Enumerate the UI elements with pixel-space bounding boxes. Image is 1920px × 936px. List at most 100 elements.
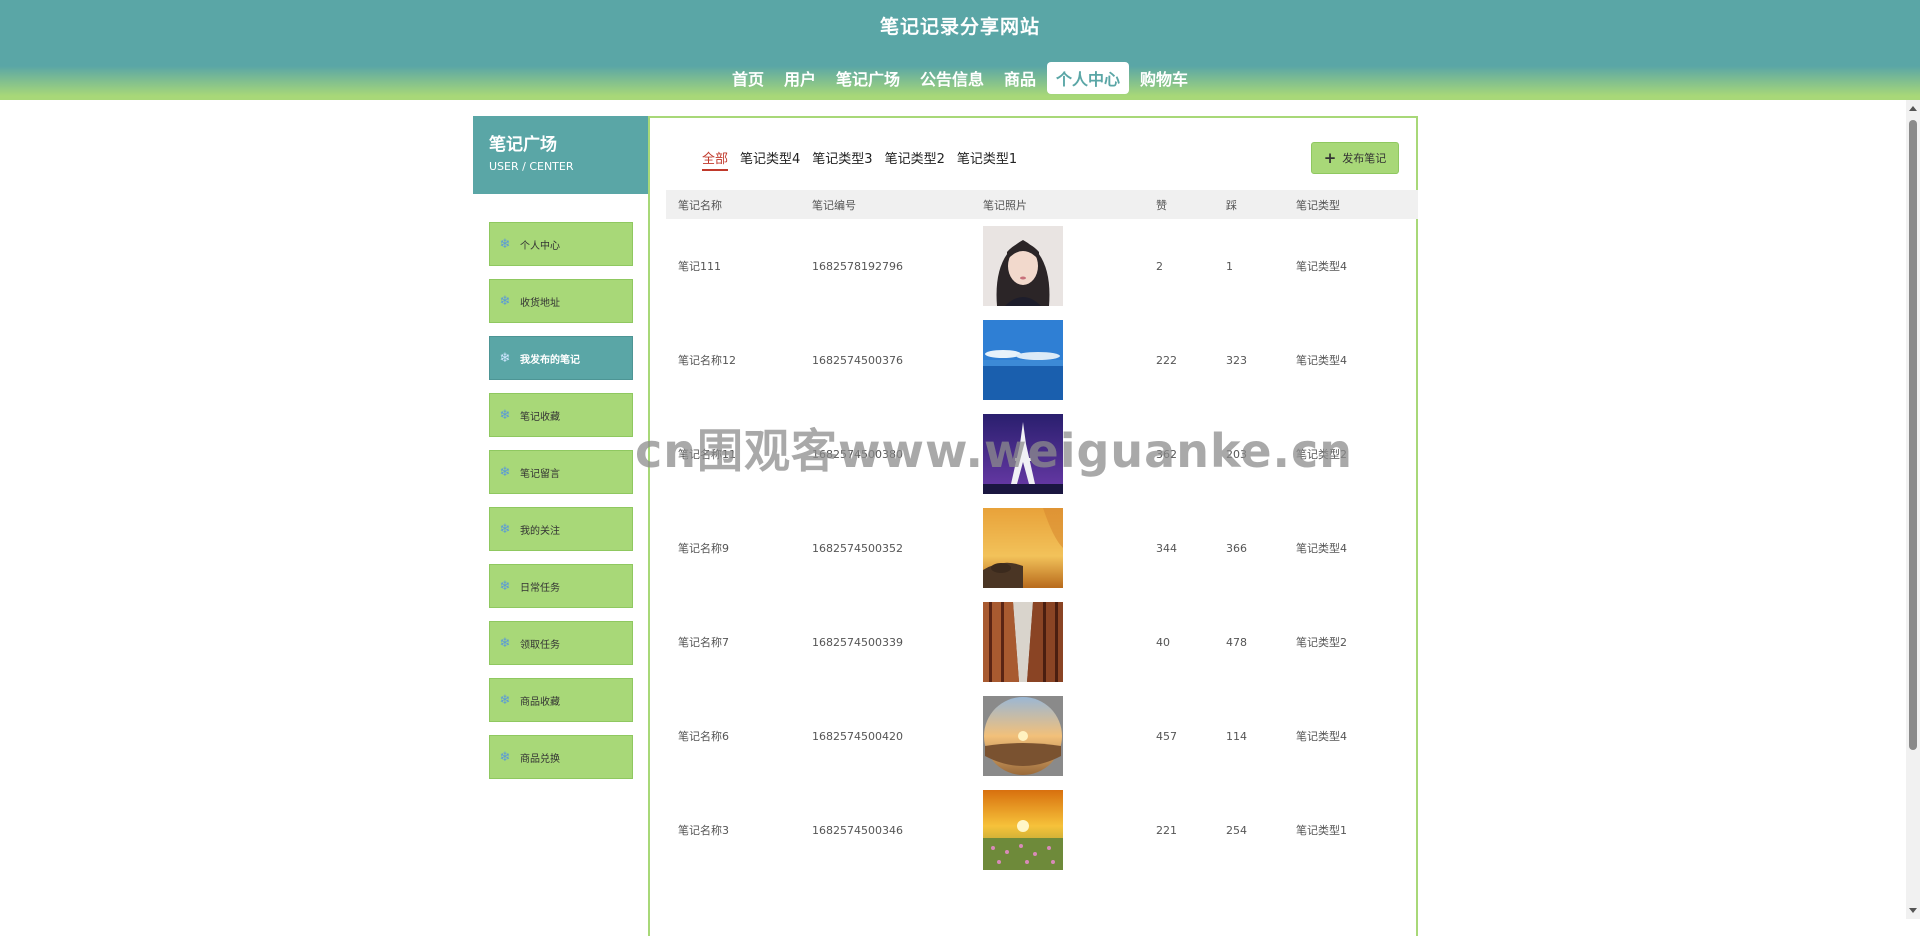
publish-note-button[interactable]: + 发布笔记 [1311, 142, 1399, 174]
scroll-down-icon[interactable] [1909, 908, 1917, 913]
note-photo-cell [971, 313, 1144, 407]
note-type: 笔记类型4 [1296, 260, 1347, 273]
corridor-photo[interactable] [983, 602, 1063, 682]
tab-type-4[interactable]: 笔记类型4 [740, 148, 800, 171]
note-name: 笔记名称12 [678, 354, 736, 367]
note-dislikes: 366 [1226, 541, 1247, 555]
sidebar-menu: ❄ 个人中心 ❄ 收货地址 ❄ 我发布的笔记 ❄ 笔记收藏 ❄ 笔记留言 ❄ 我的关注 ❄ 日… [489, 222, 633, 792]
snowflake-icon: ❄ [499, 521, 511, 537]
nav-item-home[interactable]: 首页 [723, 62, 773, 94]
desert-globe-photo[interactable] [983, 696, 1063, 776]
note-dislikes: 114 [1226, 729, 1247, 743]
note-dislikes: 478 [1226, 635, 1247, 649]
note-likes: 40 [1156, 635, 1170, 649]
snowflake-icon: ❄ [499, 350, 511, 366]
nav-item-cart[interactable]: 购物车 [1131, 62, 1197, 94]
note-likes: 457 [1156, 729, 1177, 743]
plus-icon: + [1323, 149, 1337, 167]
sidebar-item-label: 商品收藏 [520, 696, 560, 708]
sidebar-item-my-follows[interactable]: ❄ 我的关注 [489, 507, 633, 551]
note-photo-cell [971, 595, 1144, 689]
sidebar-item-daily-tasks[interactable]: ❄ 日常任务 [489, 564, 633, 608]
column-header: 赞 [1144, 190, 1214, 219]
snowflake-icon: ❄ [499, 635, 511, 651]
scrollbar-thumb[interactable] [1909, 120, 1917, 750]
note-code: 1682578192796 [812, 259, 903, 273]
table-row[interactable]: 笔记名称12 1682574500376 222 323 笔记类型4 [666, 313, 1418, 407]
column-header: 踩 [1214, 190, 1284, 219]
sidebar-item-label: 日常任务 [520, 582, 560, 594]
sidebar-item-claim-tasks[interactable]: ❄ 领取任务 [489, 621, 633, 665]
sidebar-item-label: 个人中心 [520, 240, 560, 252]
note-dislikes: 254 [1226, 823, 1247, 837]
note-code: 1682574500352 [812, 541, 903, 555]
note-dislikes: 1 [1226, 259, 1233, 273]
sidebar-item-my-notes[interactable]: ❄ 我发布的笔记 [489, 336, 633, 380]
site-title: 笔记记录分享网站 [879, 16, 1040, 38]
note-name: 笔记名称9 [678, 542, 729, 555]
tab-all[interactable]: 全部 [702, 148, 729, 171]
column-header: 笔记类型 [1284, 190, 1418, 219]
sidebar-item-note-comments[interactable]: ❄ 笔记留言 [489, 450, 633, 494]
page-scrollbar[interactable] [1906, 100, 1920, 919]
snowflake-icon: ❄ [499, 293, 511, 309]
note-dislikes: 323 [1226, 353, 1247, 367]
nav-item-announcements[interactable]: 公告信息 [911, 62, 993, 94]
table-row[interactable]: 笔记名称6 1682574500420 457 114 笔记类型4 [666, 689, 1418, 783]
table-header-row: 笔记名称 笔记编号 笔记照片 赞 踩 笔记类型 [666, 190, 1418, 219]
note-code: 1682574500339 [812, 635, 903, 649]
sidebar-item-personal-center[interactable]: ❄ 个人中心 [489, 222, 633, 266]
sunset-rocks-photo[interactable] [983, 508, 1063, 588]
table-row[interactable]: 笔记111 1682578192796 2 1 笔记类型4 [666, 219, 1418, 313]
note-name: 笔记名称3 [678, 824, 729, 837]
sidebar-item-label: 商品兑换 [520, 753, 560, 765]
note-photo-cell [971, 689, 1144, 783]
nav-item-users[interactable]: 用户 [775, 62, 825, 94]
table-row[interactable]: 笔记名称7 1682574500339 40 478 笔记类型2 [666, 595, 1418, 689]
sidebar-item-label: 笔记留言 [520, 468, 560, 480]
table-row[interactable]: 笔记名称3 1682574500346 221 254 笔记类型1 [666, 783, 1418, 877]
sidebar-item-label: 笔记收藏 [520, 411, 560, 423]
snowflake-icon: ❄ [499, 692, 511, 708]
sidebar-title: 笔记广场 [489, 135, 557, 155]
snowflake-icon: ❄ [499, 749, 511, 765]
notes-table: 笔记名称 笔记编号 笔记照片 赞 踩 笔记类型 笔记111 1682578192… [666, 190, 1418, 877]
sidebar-item-label: 我发布的笔记 [520, 354, 580, 366]
sidebar-item-product-favorites[interactable]: ❄ 商品收藏 [489, 678, 633, 722]
note-name: 笔记名称6 [678, 730, 729, 743]
scroll-up-icon[interactable] [1909, 106, 1917, 111]
nav-item-personal-center[interactable]: 个人中心 [1047, 62, 1130, 94]
watermark-text: cn围观客www.weiguanke.cn [635, 424, 1354, 478]
sidebar-item-label: 我的关注 [520, 525, 560, 537]
sea-sky-photo[interactable] [983, 320, 1063, 400]
table-row[interactable]: 笔记名称9 1682574500352 344 366 笔记类型4 [666, 501, 1418, 595]
nav-item-note-square[interactable]: 笔记广场 [827, 62, 909, 94]
note-code: 1682574500420 [812, 729, 903, 743]
portrait-photo[interactable] [983, 226, 1063, 306]
note-type: 笔记类型2 [1296, 636, 1347, 649]
note-photo-cell [971, 501, 1144, 595]
flower-field-sunset-photo[interactable] [983, 790, 1063, 870]
note-likes: 2 [1156, 259, 1163, 273]
note-name: 笔记名称7 [678, 636, 729, 649]
tab-type-3[interactable]: 笔记类型3 [812, 148, 872, 171]
snowflake-icon: ❄ [499, 407, 511, 423]
note-type: 笔记类型4 [1296, 542, 1347, 555]
note-likes: 344 [1156, 541, 1177, 555]
nav-item-products[interactable]: 商品 [995, 62, 1045, 94]
sidebar-item-label: 收货地址 [520, 297, 560, 309]
column-header: 笔记名称 [666, 190, 800, 219]
note-type: 笔记类型1 [1296, 824, 1347, 837]
note-type-tabs: 全部 笔记类型4 笔记类型3 笔记类型2 笔记类型1 [702, 148, 1017, 171]
sidebar-item-note-favorites[interactable]: ❄ 笔记收藏 [489, 393, 633, 437]
note-name: 笔记111 [678, 260, 721, 273]
tab-type-1[interactable]: 笔记类型1 [957, 148, 1017, 171]
snowflake-icon: ❄ [499, 236, 511, 252]
tab-type-2[interactable]: 笔记类型2 [885, 148, 945, 171]
note-code: 1682574500346 [812, 823, 903, 837]
publish-note-label: 发布笔记 [1342, 152, 1387, 165]
notes-panel: 全部 笔记类型4 笔记类型3 笔记类型2 笔记类型1 + 发布笔记 笔记名称 笔… [648, 116, 1418, 936]
sidebar-item-shipping-address[interactable]: ❄ 收货地址 [489, 279, 633, 323]
note-likes: 221 [1156, 823, 1177, 837]
sidebar-item-product-exchange[interactable]: ❄ 商品兑换 [489, 735, 633, 779]
